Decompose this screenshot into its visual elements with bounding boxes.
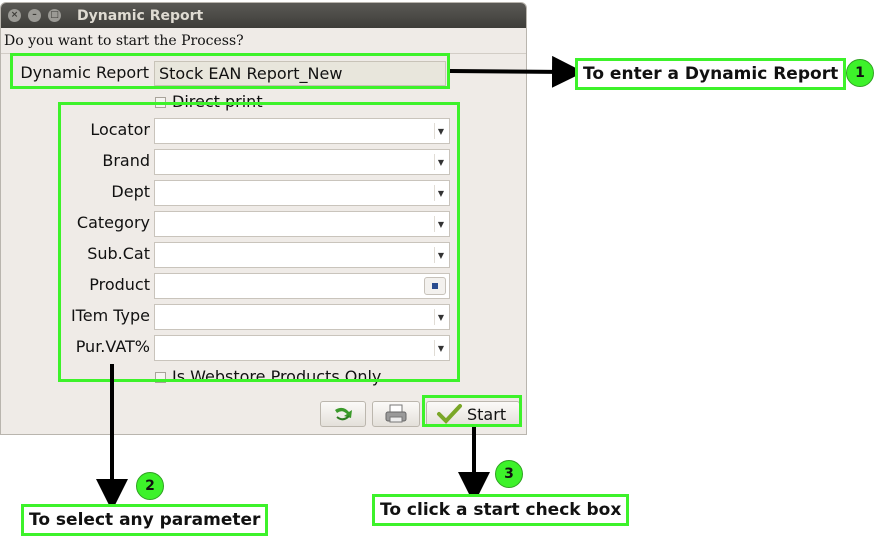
arrow-1 [449, 55, 584, 88]
callout-parameter: To select any parameter [21, 504, 269, 536]
step-number-2: 2 [136, 472, 164, 500]
callout-start: To click a start check box [372, 494, 630, 526]
step-number-3: 3 [495, 460, 523, 488]
callout-dynamic-report: To enter a Dynamic Report [575, 58, 847, 90]
step-number-1: 1 [846, 59, 874, 87]
